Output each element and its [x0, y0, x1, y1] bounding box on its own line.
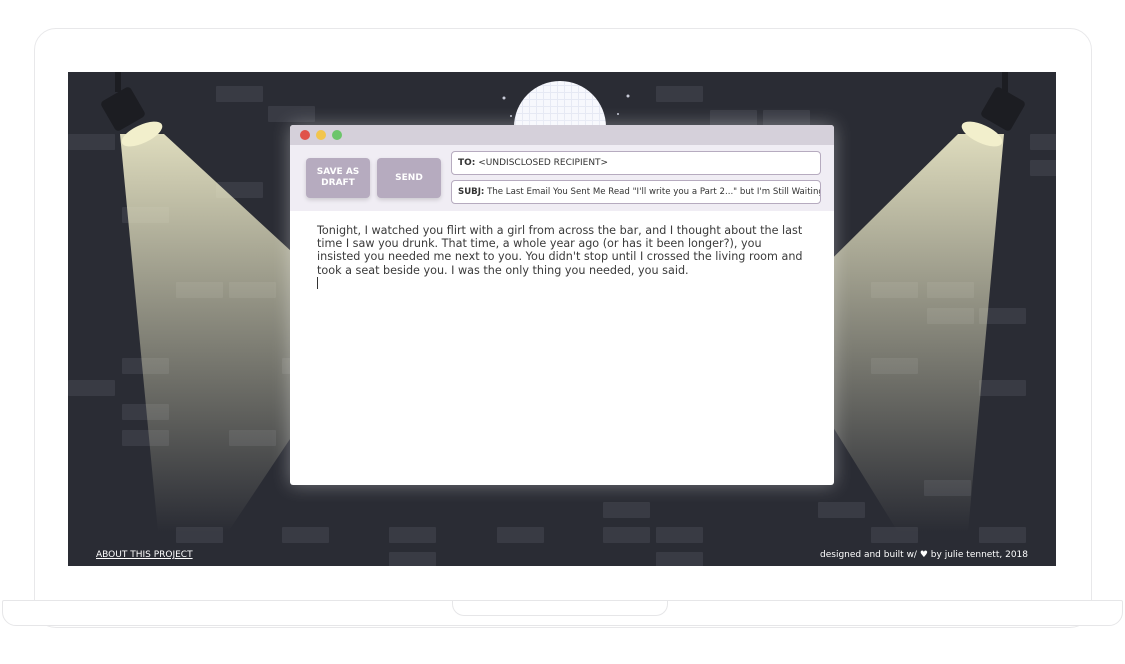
email-toolbar: SAVE AS DRAFT SEND TO: <UNDISCLOSED RECI…	[290, 145, 834, 211]
email-window: SAVE AS DRAFT SEND TO: <UNDISCLOSED RECI…	[290, 125, 834, 485]
subject-label: SUBJ:	[458, 187, 485, 197]
to-value: <UNDISCLOSED RECIPIENT>	[478, 158, 609, 168]
stage-background: SAVE AS DRAFT SEND TO: <UNDISCLOSED RECI…	[68, 72, 1056, 566]
credit-prefix: designed and built w/	[820, 550, 917, 560]
subject-value: The Last Email You Sent Me Read "I'll wr…	[487, 187, 821, 197]
heart-icon: ♥	[919, 550, 928, 560]
to-label: TO:	[458, 158, 476, 168]
credit-text: designed and built w/ ♥ by julie tennett…	[820, 550, 1028, 560]
email-body-text: Tonight, I watched you flirt with a girl…	[317, 224, 803, 277]
save-draft-button[interactable]: SAVE AS DRAFT	[306, 158, 370, 198]
close-window-button[interactable]	[300, 130, 310, 140]
minimize-window-button[interactable]	[316, 130, 326, 140]
email-body-textarea[interactable]: Tonight, I watched you flirt with a girl…	[290, 211, 834, 305]
credit-suffix: by julie tennett, 2018	[930, 550, 1028, 560]
maximize-window-button[interactable]	[332, 130, 342, 140]
to-field[interactable]: TO: <UNDISCLOSED RECIPIENT>	[451, 151, 821, 175]
window-titlebar	[290, 125, 834, 145]
laptop-notch	[452, 600, 668, 616]
text-cursor	[317, 276, 318, 289]
send-button[interactable]: SEND	[377, 158, 441, 198]
subject-field[interactable]: SUBJ: The Last Email You Sent Me Read "I…	[451, 180, 821, 204]
about-project-link[interactable]: ABOUT THIS PROJECT	[96, 550, 193, 560]
